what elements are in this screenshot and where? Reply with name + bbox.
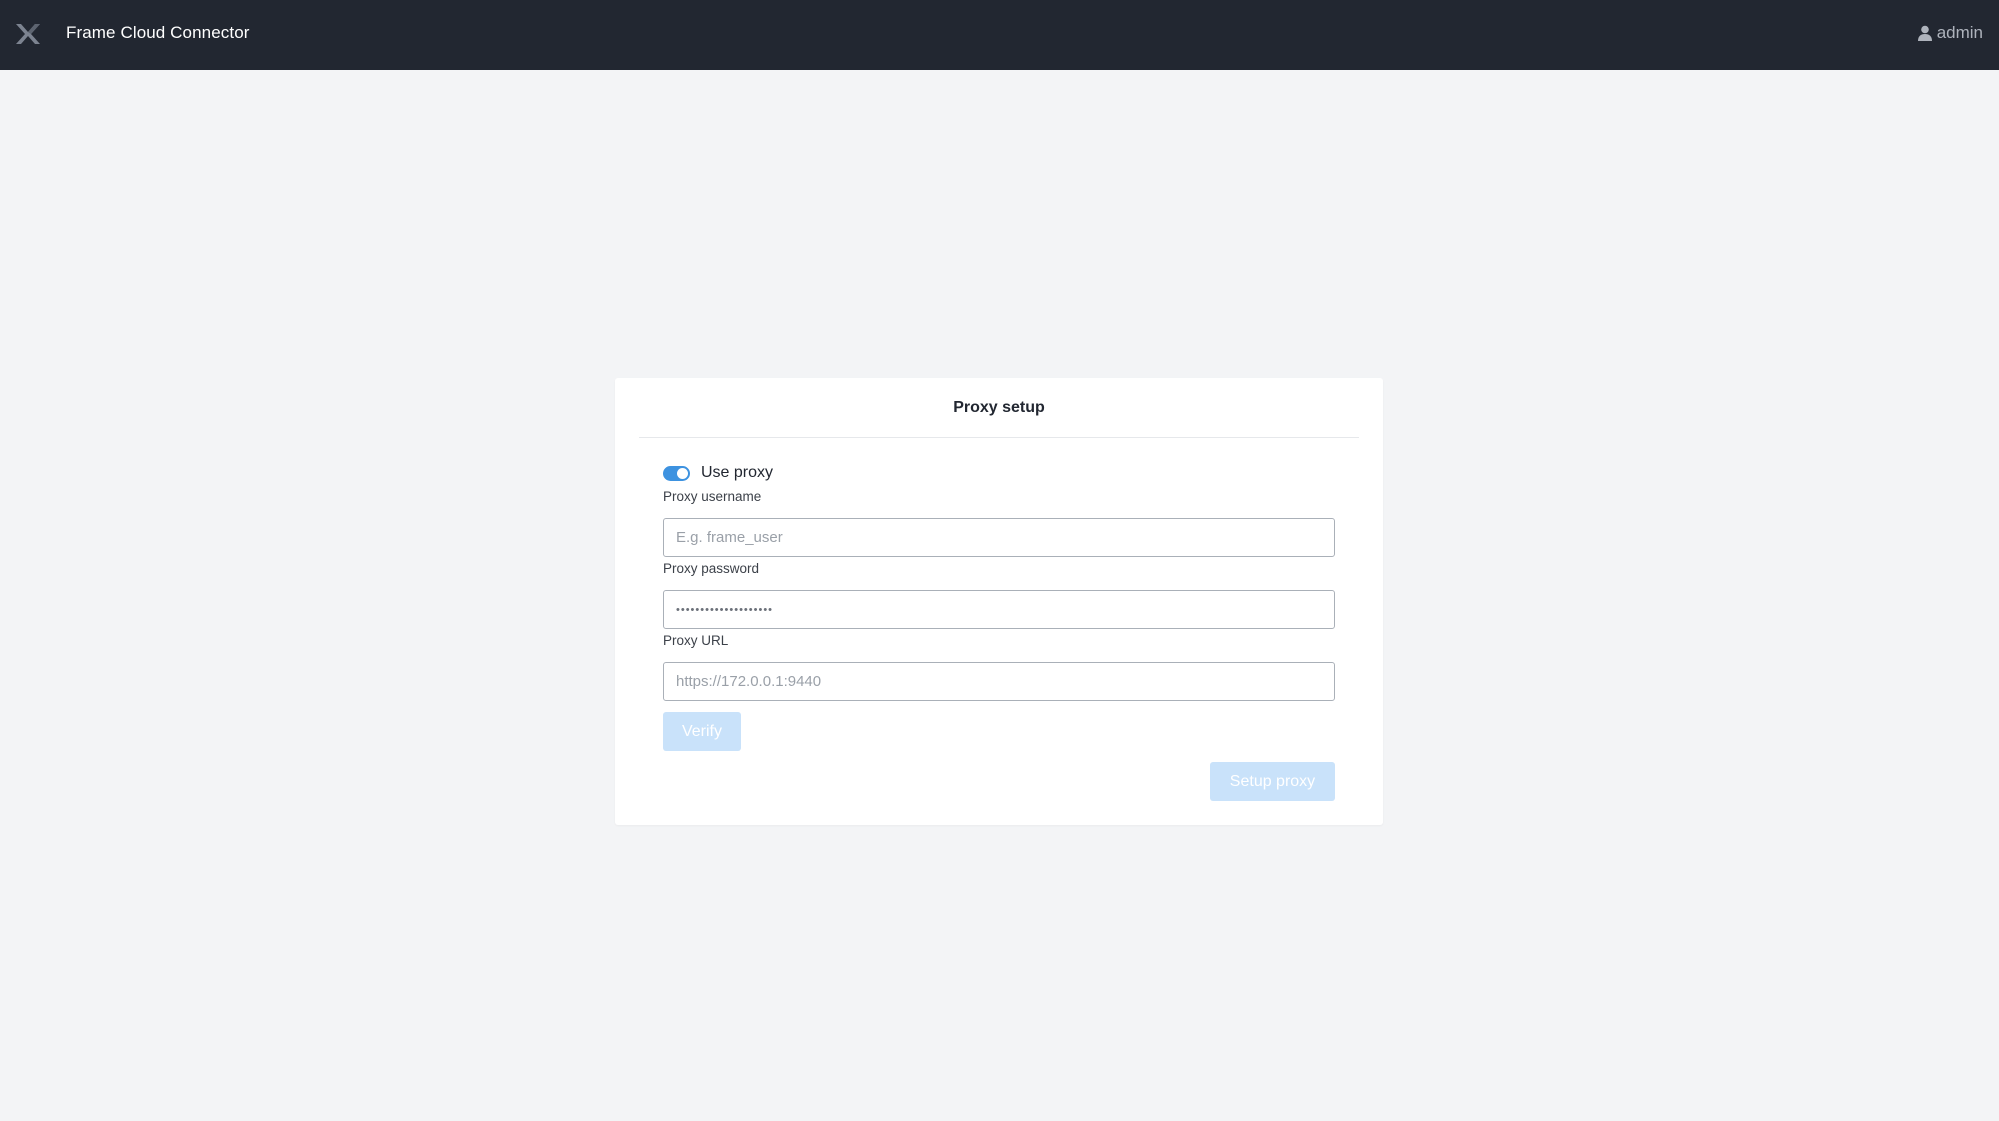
app-title: Frame Cloud Connector	[66, 23, 250, 42]
top-navigation-bar: Frame Cloud Connector admin	[0, 0, 1999, 70]
use-proxy-row: Use proxy	[663, 464, 773, 482]
username-label: admin	[1936, 23, 1983, 42]
use-proxy-label: Use proxy	[701, 464, 774, 481]
proxy-setup-card: Proxy setup Use proxy Proxy username Pro…	[615, 378, 1383, 825]
card-title: Proxy setup	[953, 398, 1045, 416]
verify-button[interactable]: Verify	[663, 712, 741, 751]
toggle-knob	[677, 467, 688, 479]
proxy-username-label: Proxy username	[663, 489, 762, 504]
card-header: Proxy setup	[639, 378, 1359, 438]
proxy-password-label: Proxy password	[663, 561, 760, 576]
setup-proxy-button[interactable]: Setup proxy	[1210, 762, 1335, 801]
proxy-password-input[interactable]	[663, 590, 1335, 629]
user-menu[interactable]: admin	[1917, 23, 1983, 43]
proxy-url-input[interactable]	[663, 662, 1335, 701]
proxy-username-input[interactable]	[663, 518, 1335, 557]
proxy-url-label: Proxy URL	[663, 633, 729, 648]
nutanix-x-logo-icon[interactable]	[14, 22, 42, 46]
user-icon	[1917, 25, 1932, 41]
use-proxy-toggle[interactable]	[663, 465, 690, 481]
